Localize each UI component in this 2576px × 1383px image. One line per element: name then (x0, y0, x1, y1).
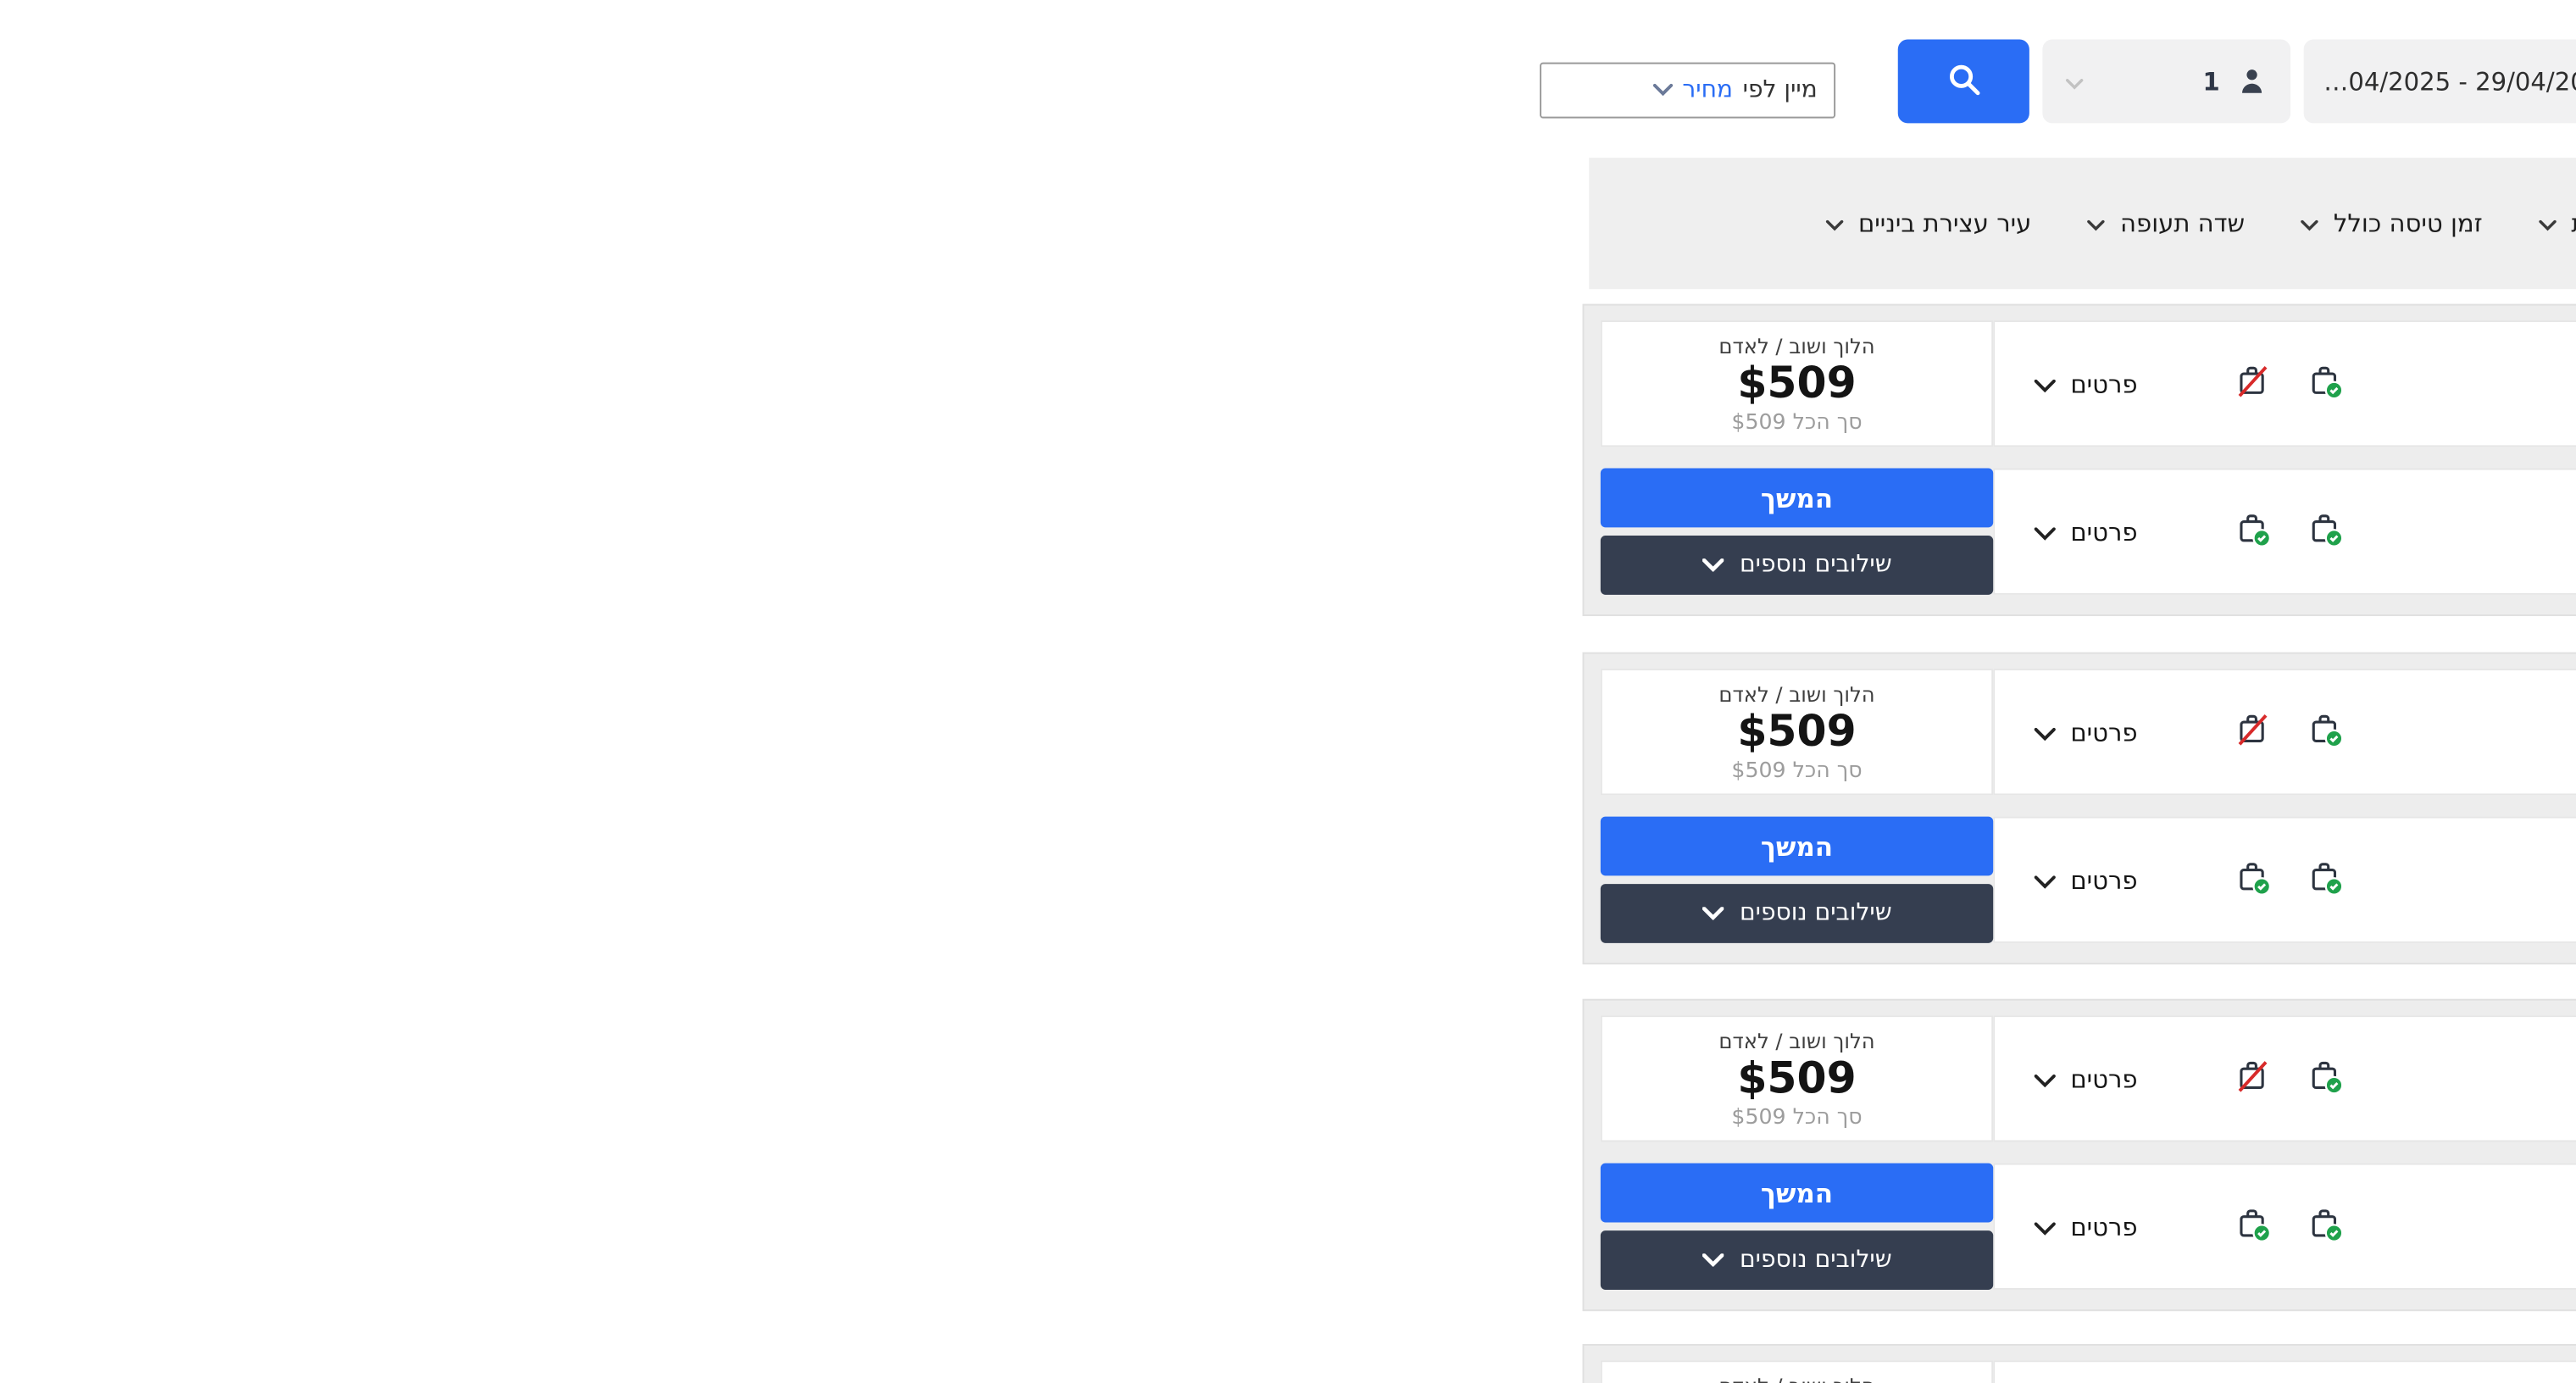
checked-bag-excluded-icon (2233, 361, 2273, 407)
details-label: פרטים (2070, 369, 2137, 398)
more-combinations-label: שילובים נוספים (1740, 900, 1892, 926)
details-label: פרטים (2070, 865, 2137, 895)
continue-button[interactable]: המשך (1601, 817, 1993, 876)
cabin-bag-included-icon (2305, 857, 2345, 903)
details-toggle[interactable]: פרטים (2035, 865, 2138, 895)
more-combinations-label: שילובים נוספים (1740, 1247, 1892, 1274)
price-header: הלוך ושוב / לאדם (1718, 333, 1874, 358)
flight-card: ELAL עלאל Elal 14:45 TLV 5ש' 25ד' טיסה י… (1583, 653, 2576, 964)
baggage-icons (2233, 508, 2345, 554)
price-panel: הלוך ושוב / לאדם $509 סך הכל $509 (1601, 1360, 1993, 1383)
details-label: פרטים (2070, 717, 2137, 747)
details-toggle[interactable]: פרטים (2035, 1064, 2138, 1093)
outbound-leg: ELAL עלאל Elal 17:00 TLV 5ש' 25ד' טיסה י… (1993, 1360, 2576, 1383)
details-toggle[interactable]: פרטים (2035, 517, 2138, 547)
chevron-down-icon (2035, 1064, 2056, 1093)
checked-bag-included-icon (2233, 1203, 2273, 1249)
continue-button[interactable]: המשך (1601, 469, 1993, 528)
chevron-down-icon (2035, 1212, 2056, 1241)
chevron-down-icon (1702, 552, 1723, 578)
cabin-bag-included-icon (2305, 1056, 2345, 1102)
cabin-bag-included-icon (2305, 709, 2345, 755)
baggage-icons (2233, 709, 2345, 755)
chevron-down-icon (2035, 717, 2056, 747)
return-leg: ITA AIRWAYS ITA Airways 08:30 LCY 16ש' 4… (1993, 1164, 2576, 1290)
checked-bag-excluded-icon (2233, 1056, 2273, 1102)
checked-bag-included-icon (2233, 857, 2273, 903)
flight-card: ELAL עלאל Elal 17:00 TLV 5ש' 25ד' טיסה י… (1583, 1344, 2576, 1383)
checked-bag-included-icon (2233, 508, 2273, 554)
more-combinations-label: שילובים נוספים (1740, 552, 1892, 578)
details-label: פרטים (2070, 517, 2137, 547)
cabin-bag-included-icon (2305, 361, 2345, 407)
price-total: סך הכל $509 (1731, 410, 1862, 435)
details-label: פרטים (2070, 1064, 2137, 1093)
page: תל אביב - TLV - ישר... לונדון - LON - בר… (1247, 0, 2576, 1383)
price-panel: הלוך ושוב / לאדם $509 סך הכל $509 (1601, 1015, 1993, 1141)
chevron-down-icon (1702, 900, 1723, 926)
price-header: הלוך ושוב / לאדם (1718, 681, 1874, 706)
outbound-leg: ELAL עלאל Elal 05:00 TLV 5ש' 25ד' טיסה י… (1993, 320, 2576, 447)
price-panel: הלוך ושוב / לאדם $509 סך הכל $509 (1601, 669, 1993, 795)
price-value: $509 (1737, 363, 1856, 405)
details-label: פרטים (2070, 1212, 2137, 1241)
baggage-icons (2233, 1203, 2345, 1249)
price-header: הלוך ושוב / לאדם (1718, 1028, 1874, 1053)
return-leg: ITA AIRWAYS ITA Airways 08:30 LCY 16ש' 4… (1993, 817, 2576, 943)
details-toggle[interactable]: פרטים (2035, 1212, 2138, 1241)
flight-card: ELAL עלאל Elal 05:00 TLV 5ש' 25ד' טיסה י… (1583, 304, 2576, 616)
cabin-bag-included-icon (2305, 508, 2345, 554)
checked-bag-excluded-icon (2233, 709, 2273, 755)
price-panel: הלוך ושוב / לאדם $509 סך הכל $509 (1601, 320, 1993, 447)
baggage-icons (2233, 1056, 2345, 1102)
details-toggle[interactable]: פרטים (2035, 369, 2138, 398)
price-total: סך הכל $509 (1731, 1105, 1862, 1130)
baggage-icons (2233, 857, 2345, 903)
flight-card: ELAL עלאל Elal 17:00 TLV 5ש' 25ד' טיסה י… (1583, 999, 2576, 1311)
details-toggle[interactable]: פרטים (2035, 717, 2138, 747)
price-value: $509 (1737, 711, 1856, 753)
price-header: הלוך ושוב / לאדם (1718, 1373, 1874, 1383)
more-combinations-button[interactable]: שילובים נוספים (1601, 536, 1993, 595)
outbound-leg: ELAL עלאל Elal 14:45 TLV 5ש' 25ד' טיסה י… (1993, 669, 2576, 795)
outbound-leg: ELAL עלאל Elal 17:00 TLV 5ש' 25ד' טיסה י… (1993, 1015, 2576, 1141)
continue-button[interactable]: המשך (1601, 1164, 1993, 1223)
baggage-icons (2233, 361, 2345, 407)
price-total: סך הכל $509 (1731, 758, 1862, 783)
more-combinations-button[interactable]: שילובים נוספים (1601, 884, 1993, 943)
return-leg: ITA AIRWAYS ITA Airways 08:30 LCY 16ש' 4… (1993, 469, 2576, 595)
results-list: ELAL עלאל Elal 05:00 TLV 5ש' 25ד' טיסה י… (1583, 0, 2576, 1383)
chevron-down-icon (1702, 1247, 1723, 1274)
chevron-down-icon (2035, 369, 2056, 398)
cabin-bag-included-icon (2305, 1203, 2345, 1249)
price-value: $509 (1737, 1058, 1856, 1100)
chevron-down-icon (2035, 865, 2056, 895)
chevron-down-icon (2035, 517, 2056, 547)
more-combinations-button[interactable]: שילובים נוספים (1601, 1230, 1993, 1290)
